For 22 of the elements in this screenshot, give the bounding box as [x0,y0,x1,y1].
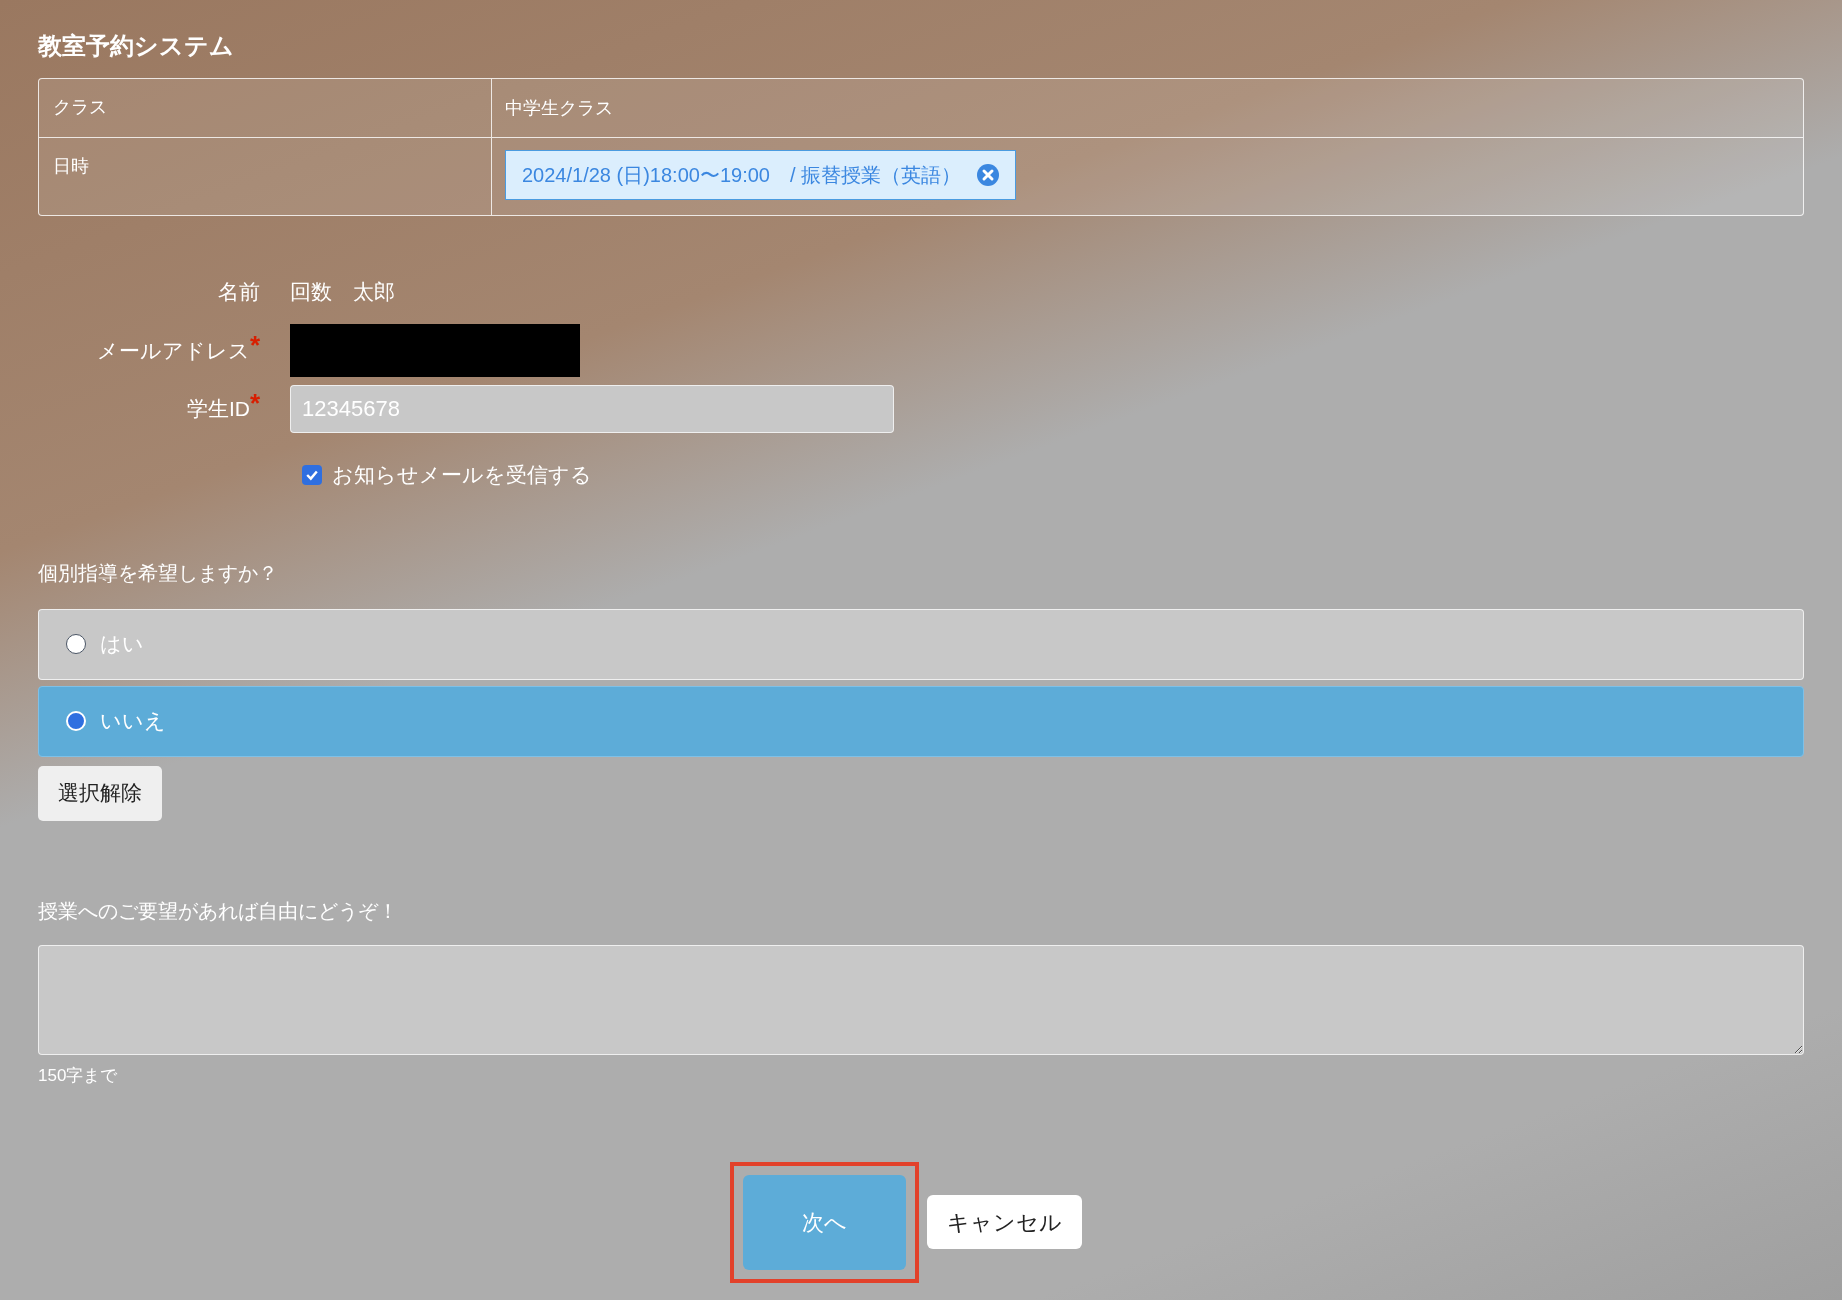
name-value: 回数 太郎 [290,280,395,304]
character-limit-note: 150字まで [38,1064,118,1087]
comment-label: 授業へのご要望があれば自由にどうぞ！ [38,898,398,924]
field-label: 名前 [218,279,260,306]
table-label: 日時 [53,156,89,176]
cancel-button[interactable]: キャンセル [927,1195,1082,1249]
radio-option[interactable]: いいえ [38,685,1804,757]
comment-field[interactable] [38,944,1804,1055]
required-mark: * [249,334,260,355]
clear-selection-button[interactable]: 選択解除 [38,765,162,821]
remove-icon[interactable] [977,164,1000,186]
next-button[interactable]: 次へ [743,1174,906,1270]
page-title: 教室予約システム [38,31,235,61]
table-label: クラス [53,97,107,117]
field-label: 学生ID [186,396,250,423]
schedule-text: 2024/1/28 (日)18:00〜19:00 / 振替授業（英語） [522,163,962,188]
newsletter-checkbox[interactable] [302,464,322,485]
table-value: 中学生クラス [505,96,613,120]
field-label: メールアドレス [96,337,250,364]
question-text: 個別指導を希望しますか？ [38,560,278,586]
required-mark: * [249,393,260,414]
checkbox-label: お知らせメールを受信する [332,462,592,488]
